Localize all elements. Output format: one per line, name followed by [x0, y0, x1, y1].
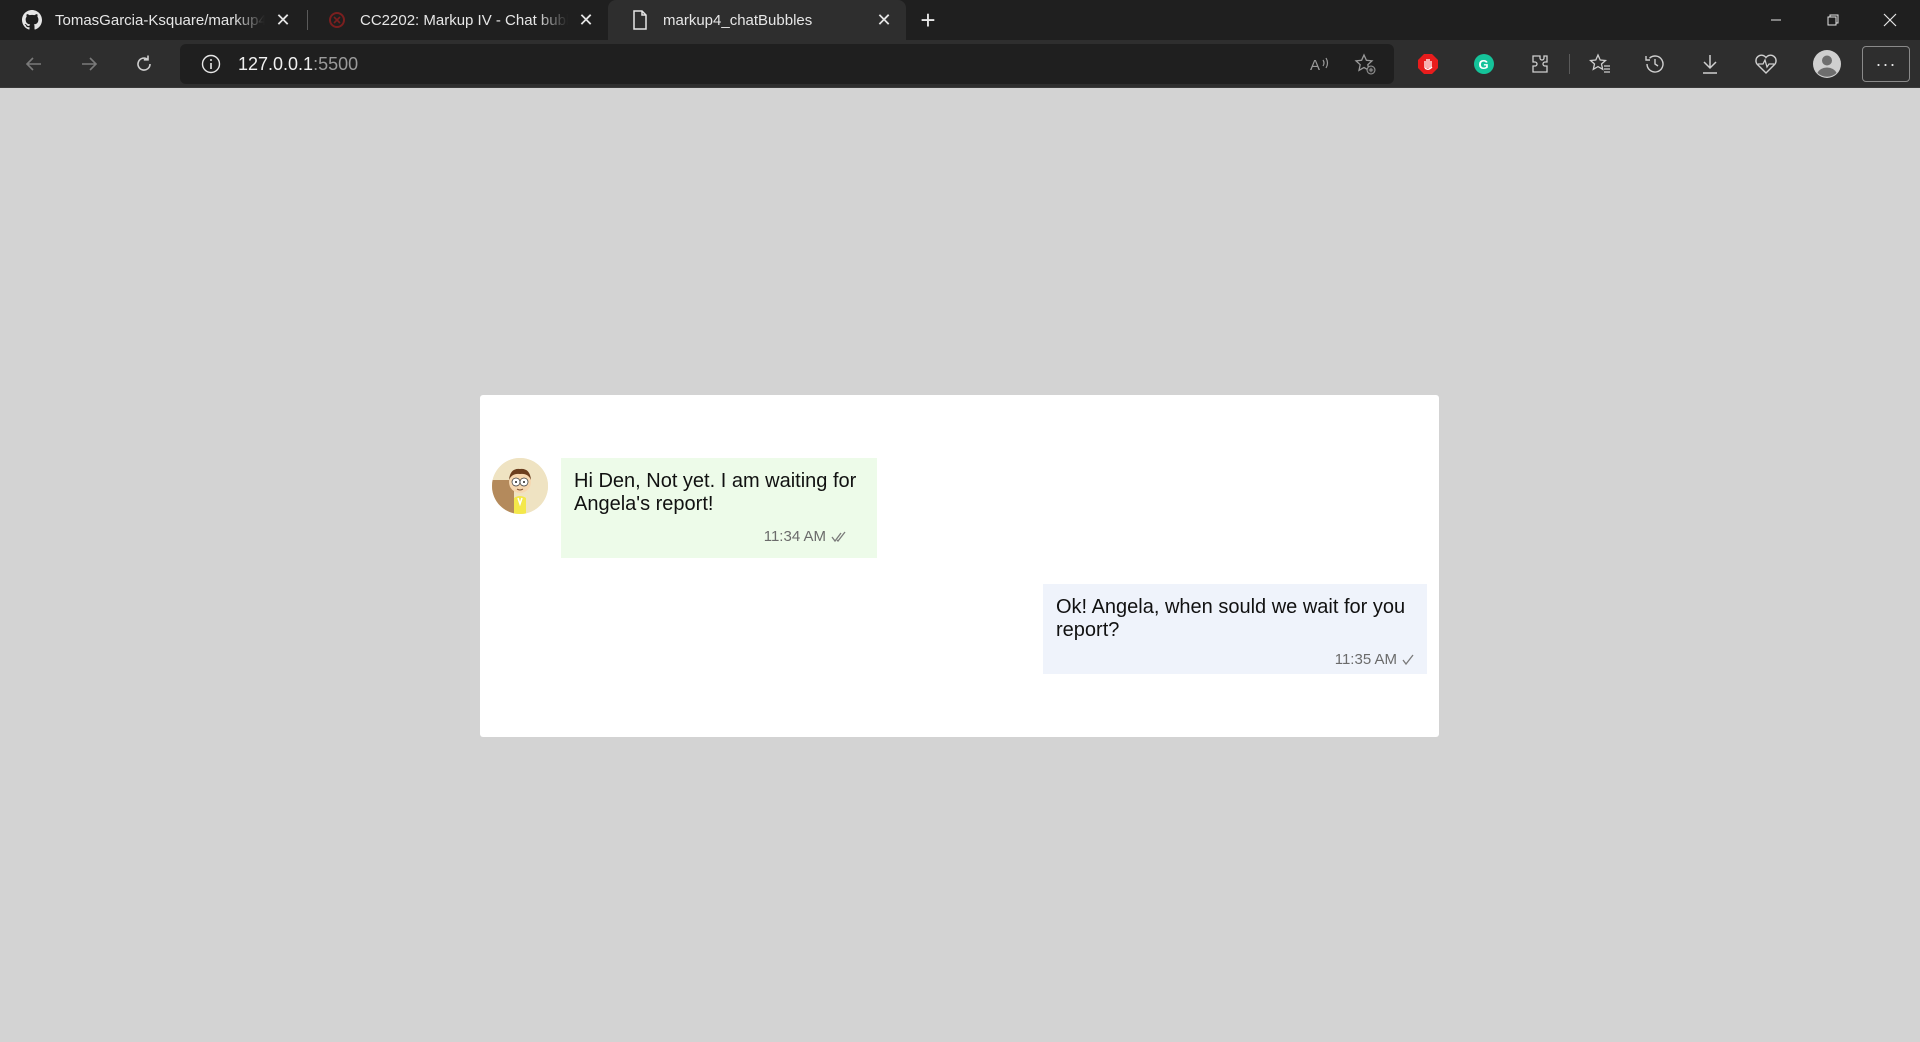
- browser-essentials-icon[interactable]: [1748, 48, 1784, 80]
- back-icon[interactable]: [16, 48, 52, 80]
- close-tab-icon[interactable]: ✕: [874, 10, 894, 30]
- svg-text:G: G: [1479, 57, 1489, 72]
- close-window-icon[interactable]: [1862, 0, 1918, 40]
- tab-title: markup4_chatBubbles: [663, 11, 813, 29]
- downloads-icon[interactable]: [1692, 48, 1728, 80]
- restore-icon[interactable]: [1805, 0, 1861, 40]
- grammarly-extension-icon[interactable]: G: [1466, 48, 1502, 80]
- close-tab-icon[interactable]: ✕: [273, 10, 293, 30]
- incoming-message-bubble: Hi Den, Not yet. I am waiting for Angela…: [561, 458, 877, 558]
- tab-strip: TomasGarcia-Ksquare/markup4_ ✕ CC2202: M…: [0, 0, 1920, 40]
- github-icon: [22, 10, 42, 30]
- url-port: :5500: [313, 53, 359, 74]
- refresh-icon[interactable]: [126, 48, 162, 80]
- tab-title: CC2202: Markup IV - Chat bubbles: [360, 11, 568, 29]
- tab-course[interactable]: CC2202: Markup IV - Chat bubbles ✕: [305, 0, 608, 40]
- chat-card: Hi Den, Not yet. I am waiting for Angela…: [480, 395, 1439, 737]
- message-time: 11:34 AM: [763, 528, 826, 545]
- page-icon: [630, 10, 650, 30]
- svg-text:A: A: [1310, 57, 1320, 74]
- course-logo-icon: [327, 10, 347, 30]
- browser-toolbar: 127.0.0.1:5500 A G ···: [0, 40, 1920, 88]
- forward-icon[interactable]: [71, 48, 107, 80]
- message-text: Hi Den, Not yet. I am waiting for Angela…: [574, 470, 857, 515]
- profile-avatar-icon[interactable]: [1809, 48, 1845, 80]
- close-tab-icon[interactable]: ✕: [576, 10, 596, 30]
- favorites-icon[interactable]: [1582, 48, 1618, 80]
- read-aloud-icon[interactable]: A: [1302, 48, 1338, 80]
- url-host: 127.0.0.1: [238, 53, 314, 74]
- message-meta: 11:34 AM: [574, 528, 857, 545]
- tab-active-page[interactable]: markup4_chatBubbles ✕: [608, 0, 906, 40]
- message-time: 11:35 AM: [1334, 651, 1397, 668]
- extensions-icon[interactable]: [1522, 48, 1558, 80]
- toolbar-divider: [1569, 54, 1570, 74]
- minimize-icon[interactable]: [1748, 0, 1804, 40]
- new-tab-icon[interactable]: +: [914, 5, 942, 35]
- single-check-icon: [1402, 654, 1414, 666]
- more-options-icon[interactable]: ···: [1862, 46, 1910, 82]
- avatar: [492, 458, 548, 514]
- history-icon[interactable]: [1637, 48, 1673, 80]
- message-text: Ok! Angela, when sould we wait for you r…: [1056, 596, 1406, 641]
- double-check-icon: [831, 531, 847, 543]
- tab-github[interactable]: TomasGarcia-Ksquare/markup4_ ✕: [0, 0, 305, 40]
- site-info-icon[interactable]: [200, 53, 222, 75]
- tab-title: TomasGarcia-Ksquare/markup4_: [55, 11, 265, 29]
- outgoing-message-bubble: Ok! Angela, when sould we wait for you r…: [1043, 584, 1427, 674]
- add-favorite-icon[interactable]: [1347, 48, 1383, 80]
- message-meta: 11:35 AM: [1056, 651, 1414, 668]
- adblock-extension-icon[interactable]: [1410, 48, 1446, 80]
- address-bar[interactable]: 127.0.0.1:5500: [180, 44, 1394, 84]
